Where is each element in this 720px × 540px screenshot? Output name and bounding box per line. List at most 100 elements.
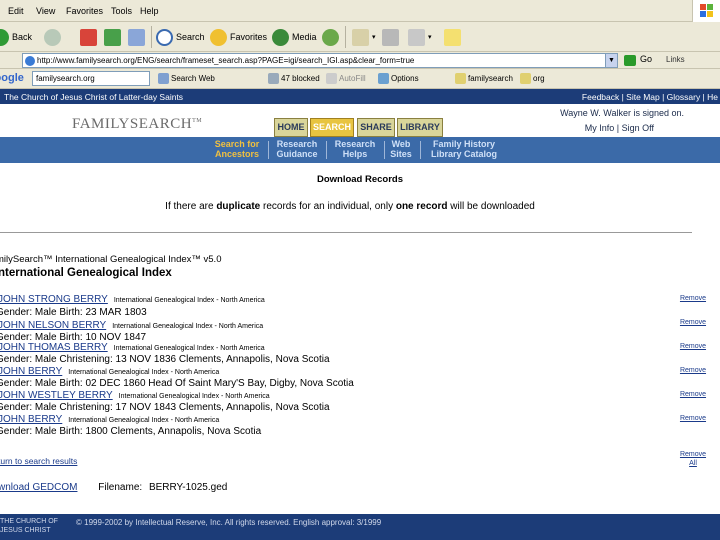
google-logo[interactable]: Google (0, 72, 24, 84)
search-button[interactable]: Search (156, 28, 205, 46)
print-button[interactable] (382, 28, 402, 46)
favorites-button[interactable]: Favorites (210, 28, 267, 46)
media-icon (272, 28, 289, 46)
remove-button[interactable]: Remove (676, 318, 710, 328)
google-query: familysearch.org (36, 74, 95, 83)
back-button[interactable]: Back (0, 28, 32, 46)
home-icon (128, 28, 145, 46)
record-detail: Gender: Male Birth: 02 DEC 1860 Head Of … (0, 378, 354, 389)
subnav-research-guidance[interactable]: Research Guidance (272, 139, 322, 159)
favorites-label: Favorites (230, 32, 268, 42)
record-name-link[interactable]: JOHN STRONG BERRY International Genealogi… (0, 294, 265, 305)
search-label: Search (176, 32, 205, 42)
record-source: International Genealogical Index - North… (113, 297, 265, 304)
edit-icon (408, 28, 425, 46)
tab-search[interactable]: SEARCH (310, 118, 354, 137)
subnav-separator (326, 141, 327, 159)
google-search-input[interactable]: familysearch.org (32, 71, 150, 86)
subnav-search-for-ancestors[interactable]: Search for Ancestors (210, 139, 264, 159)
notes-button[interactable] (444, 28, 464, 46)
record-name-link[interactable]: JOHN NELSON BERRY International Genealogi… (0, 320, 263, 331)
remove-button[interactable]: Remove (676, 342, 710, 352)
download-row: wnload GEDCOM Filename: BERRY-1025.ged (0, 482, 227, 493)
record-name-link[interactable]: JOHN BERRY International Genealogical Ind… (0, 414, 219, 425)
record-name-link[interactable]: JOHN BERRY International Genealogical Ind… (0, 366, 219, 377)
church-name[interactable]: The Church of Jesus Christ of Latter-day… (4, 92, 183, 102)
tab-share[interactable]: SHARE (357, 118, 395, 137)
menu-bar: Edit View Favorites Tools Help (0, 0, 720, 22)
highlight-icon (520, 73, 531, 84)
menu-favorites[interactable]: Favorites (66, 6, 103, 16)
subnav-line: Guidance (276, 149, 318, 159)
subnav-line: Web (391, 139, 411, 149)
remove-button[interactable]: Remove (676, 366, 710, 376)
footer-church-line: JESUS CHRIST (0, 527, 51, 534)
links-button[interactable]: Links (666, 55, 685, 64)
home-button[interactable] (128, 28, 148, 46)
back-label: Back (12, 32, 33, 42)
forward-arrow-icon (44, 28, 61, 46)
bookmark-familysearch[interactable]: familysearch (455, 73, 513, 84)
menu-help[interactable]: Help (140, 6, 159, 16)
subnav-line: Research (334, 139, 376, 149)
media-button[interactable]: Media (272, 28, 317, 46)
chevron-down-icon[interactable]: ▼ (605, 54, 617, 67)
mail-button[interactable]: ▾ (352, 28, 376, 46)
stop-button[interactable] (80, 28, 100, 46)
subnav-line: Ancestors (214, 149, 259, 159)
bookmark-org[interactable]: org (520, 73, 545, 84)
section-title: nternational Genealogical Index (0, 267, 172, 279)
breadcrumb: milySearch™ International Genealogical I… (0, 254, 222, 265)
download-gedcom-link[interactable]: wnload GEDCOM (0, 482, 77, 493)
history-button[interactable] (322, 28, 342, 46)
site-header: FAMILYSEARCHTM HOME SEARCH SHARE LIBRARY… (0, 104, 720, 137)
address-value: http://www.familysearch.org/ENG/search/f… (37, 56, 415, 65)
tab-library[interactable]: LIBRARY (397, 118, 443, 137)
subnav-line: Library Catalog (430, 149, 497, 159)
search-web-button[interactable]: Search Web (158, 73, 215, 84)
record-source: International Genealogical Index - North… (68, 369, 220, 376)
media-label: Media (292, 32, 317, 42)
tab-home[interactable]: HOME (274, 118, 308, 137)
go-arrow-icon[interactable] (624, 55, 636, 66)
subnav-family-history-library-catalog[interactable]: Family History Library Catalog (424, 139, 504, 159)
stop-icon (80, 28, 97, 46)
utility-links[interactable]: Feedback | Site Map | Glossary | He (582, 92, 718, 102)
ie-page-icon (25, 56, 35, 66)
remove-button[interactable]: Remove (676, 294, 710, 304)
familysearch-logo[interactable]: FAMILYSEARCHTM (72, 116, 202, 133)
popup-blocker-button[interactable]: 47 blocked (268, 73, 320, 84)
google-search-icon (158, 73, 169, 84)
record-name-link[interactable]: JOHN WESTLEY BERRY International Genealog… (0, 390, 270, 401)
subnav-web-sites[interactable]: Web Sites (388, 139, 414, 159)
filename-value: BERRY-1025.ged (148, 482, 228, 493)
record-source: International Genealogical Index - North… (112, 323, 264, 330)
windows-logo-icon (692, 0, 720, 22)
autofill-button[interactable]: AutoFill (326, 73, 366, 84)
remove-button[interactable]: Remove (676, 390, 710, 400)
refresh-icon (104, 28, 121, 46)
remove-all-button[interactable]: Remove All (676, 450, 710, 468)
popup-blocker-icon (268, 73, 279, 84)
record-name: JOHN WESTLEY BERRY (0, 390, 113, 401)
record-name-link[interactable]: JOHN THOMAS BERRY International Genealogi… (0, 342, 265, 353)
subnav-research-helps[interactable]: Research Helps (330, 139, 380, 159)
record-detail: Gender: Male Birth: 1800 Clements, Annap… (0, 426, 262, 437)
edit-button[interactable]: ▾ (408, 28, 432, 46)
go-button[interactable]: Go (640, 54, 652, 64)
remove-button[interactable]: Remove (676, 414, 710, 424)
record-name: JOHN THOMAS BERRY (0, 342, 108, 353)
menu-edit[interactable]: Edit (8, 6, 24, 16)
return-to-search-link[interactable]: turn to search results (0, 456, 77, 466)
options-button[interactable]: Options (378, 73, 419, 84)
page-title: Download Records (316, 174, 404, 185)
record-detail: Gender: Male Christening: 17 NOV 1843 Cl… (0, 402, 330, 413)
note-text: records for an individual, only (260, 201, 396, 212)
menu-view[interactable]: View (36, 6, 55, 16)
refresh-button[interactable] (104, 28, 124, 46)
account-links[interactable]: My Info | Sign Off (585, 123, 654, 133)
forward-button[interactable] (44, 28, 64, 46)
address-input[interactable]: http://www.familysearch.org/ENG/search/f… (22, 53, 618, 68)
subnav-line: Sites (390, 149, 412, 159)
menu-tools[interactable]: Tools (111, 6, 132, 16)
